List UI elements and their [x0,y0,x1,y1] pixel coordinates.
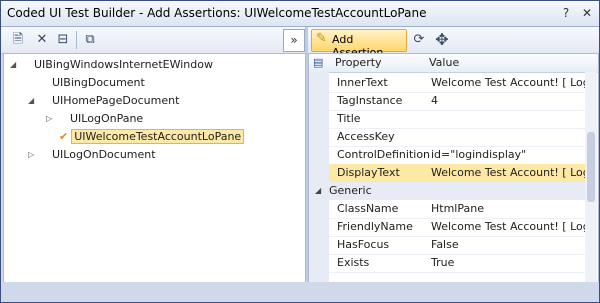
collapse-icon[interactable]: ◢ [315,182,321,200]
add-assertion-icon: ✎ [316,31,327,46]
tree-node-label: UIBingDocument [52,76,145,89]
property-row[interactable]: ControlDefinition id="logindisplay" [329,146,585,165]
property-column-header[interactable]: Property [335,56,382,69]
tree-node[interactable]: ▷ UILogOnDocument [28,146,156,164]
property-row[interactable]: HasFocus False [329,236,585,255]
property-row[interactable]: AccessKey [329,128,585,147]
status-area [1,282,599,302]
tree-node[interactable]: UIBingDocument [28,74,145,92]
tree-node[interactable]: ◢ UIHomePageDocument [28,92,179,110]
add-ui-map-icon[interactable]: 🗎 [9,31,27,49]
left-toolbar: 🗎 ✕ ⊟ ⧉ » [1,27,305,54]
property-value: True [431,256,455,269]
property-row[interactable]: ClassName HtmlPane [329,200,585,219]
property-name: AccessKey [337,130,395,143]
expanded-icon[interactable]: ◢ [28,92,34,110]
value-column-header[interactable]: Value [429,56,459,69]
category-label: Generic [329,184,372,197]
expand-button[interactable]: » [283,29,305,52]
property-value: id="logindisplay" [431,148,527,161]
property-value: Welcome Test Account! [ Log O [431,220,585,233]
property-value: Welcome Test Account! [ Log O [431,166,585,179]
property-row-selected[interactable]: DisplayText Welcome Test Account! [ Log O [329,164,585,183]
collapsed-icon[interactable]: ▷ [46,110,52,128]
scrollbar-thumb[interactable] [587,132,595,202]
move-icon[interactable]: ✥ [433,31,451,49]
title-bar[interactable]: Coded UI Test Builder - Add Assertions: … [1,1,599,27]
toolbar-separator [76,31,77,49]
property-row[interactable]: Exists True [329,254,585,273]
property-name: ClassName [337,202,399,215]
tree-node-label: UIHomePageDocument [52,94,180,107]
property-name: Title [337,112,361,125]
expanded-icon[interactable]: ◢ [10,56,16,74]
property-name: FriendlyName [337,220,413,233]
tree-node-label: UILogOnPane [70,112,144,125]
property-row[interactable]: Title [329,110,585,129]
tree-node[interactable]: ▷ UILogOnPane [46,110,143,128]
close-button[interactable]: ✕ [579,5,595,21]
category-generic[interactable]: ◢ Generic [309,182,585,200]
property-grid: ▤ Property Value InnerText Welcome Test A… [308,53,599,283]
window-title: Coded UI Test Builder - Add Assertions: … [7,6,427,20]
grid-margin [309,72,329,282]
grid-header: ▤ Property Value [309,54,598,73]
checkmark-icon: ✔ [59,130,69,143]
property-value: False [431,238,459,251]
help-button[interactable]: ? [558,5,574,21]
tree-node-label: UIBingWindowsInternetEWindow [34,58,213,71]
refresh-icon[interactable]: ⟳ [410,31,428,49]
property-name: Exists [337,256,370,269]
tree-node-label: UILogOnDocument [52,148,156,161]
coded-ui-test-builder-window: Coded UI Test Builder - Add Assertions: … [0,0,600,303]
tree-node-selected[interactable]: ✔ UIWelcomeTestAccountLoPane [59,128,245,146]
vertical-scrollbar[interactable] [585,72,597,282]
ui-control-map-tree: ◢ UIBingWindowsInternetEWindow UIBingDoc… [3,53,306,283]
tree-node-label: UIWelcomeTestAccountLoPane [71,129,245,144]
property-value: HtmlPane [431,202,484,215]
rename-icon[interactable]: ⊟ [54,31,72,49]
collapsed-icon[interactable]: ▷ [28,146,34,164]
tree-node[interactable]: ◢ UIBingWindowsInternetEWindow [10,56,213,74]
property-value: 4 [431,94,438,107]
copy-icon[interactable]: ⧉ [81,31,99,49]
property-value: Welcome Test Account! [ Log O [431,76,585,89]
property-row[interactable]: TagInstance 4 [329,92,585,111]
right-toolbar: ✎ Add Assertion ⟳ ✥ [308,27,599,59]
property-name: InnerText [337,76,388,89]
property-row[interactable]: InnerText Welcome Test Account! [ Log O [329,74,585,93]
add-assertion-button[interactable]: ✎ Add Assertion [311,29,407,59]
property-name: HasFocus [337,238,390,251]
property-row[interactable]: FriendlyName Welcome Test Account! [ Log … [329,218,585,237]
sort-icon[interactable]: ▤ [313,56,323,69]
delete-icon[interactable]: ✕ [33,31,51,49]
property-name: TagInstance [337,94,403,107]
property-name: DisplayText [337,166,400,179]
property-name: ControlDefinition [337,148,431,161]
